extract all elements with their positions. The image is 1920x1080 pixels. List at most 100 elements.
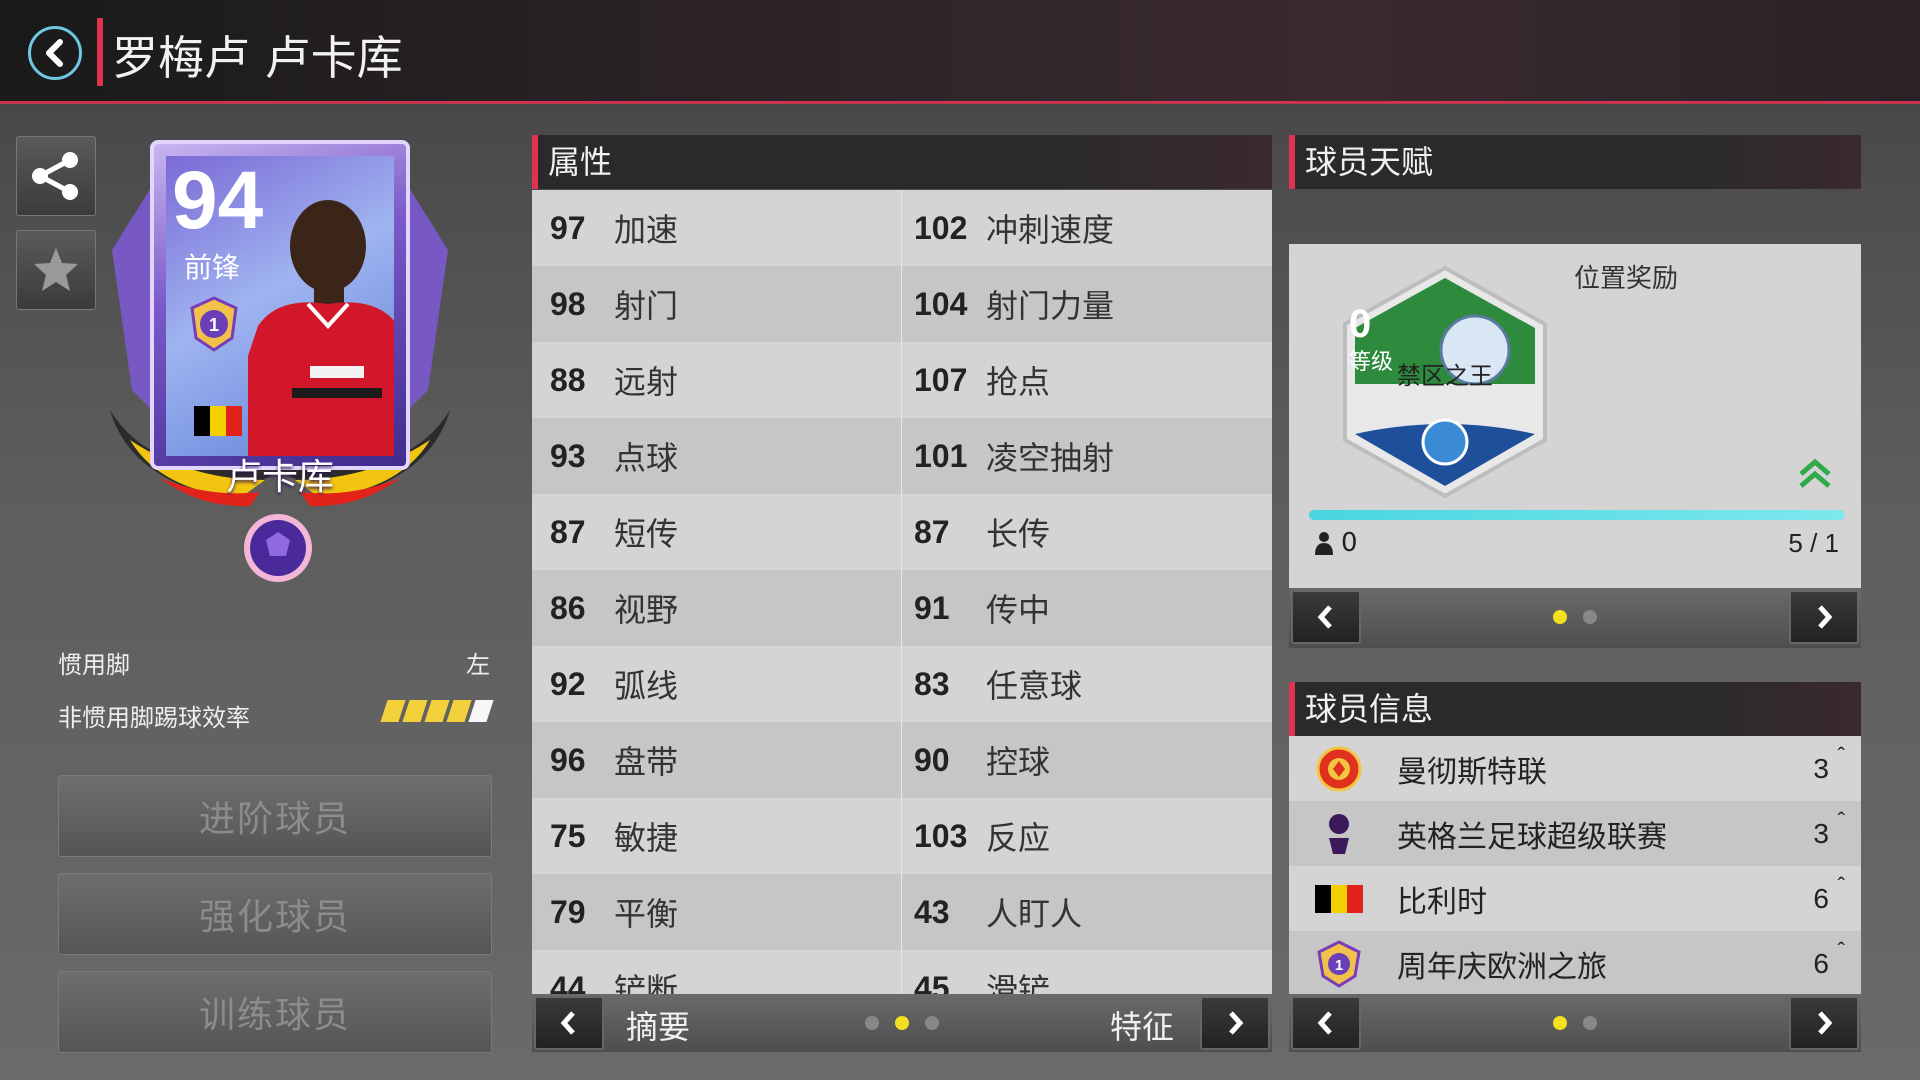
talent-prev-button[interactable] — [1291, 590, 1361, 644]
attribute-row: 96 盘带 90 控球 — [532, 722, 1272, 798]
attribute-row: 75 敏捷 103 反应 — [532, 798, 1272, 874]
chevron-left-icon — [46, 39, 63, 67]
back-button[interactable] — [28, 26, 82, 80]
page-dot[interactable] — [925, 1016, 939, 1030]
attribute-value: 43 — [914, 893, 950, 930]
attribute-name: 加速 — [614, 211, 679, 249]
attribute-cell: 87 短传 — [532, 494, 902, 570]
attribute-name: 盘带 — [614, 743, 679, 781]
talent-name: 禁区之王 — [1397, 362, 1493, 390]
summary-tab[interactable]: 摘要 — [626, 1002, 690, 1048]
attribute-cell: 88 远射 — [532, 342, 902, 418]
attribute-cell: 93 点球 — [532, 418, 902, 494]
ball-icon — [244, 514, 312, 582]
attribute-cell: 92 弧线 — [532, 646, 902, 722]
chevron-right-icon — [1818, 1011, 1833, 1035]
attribute-cell: 97 加速 — [532, 190, 902, 266]
info-header: 球员信息 — [1289, 682, 1861, 736]
attribute-name: 短传 — [614, 515, 679, 553]
attribute-cell: 75 敏捷 — [532, 798, 902, 874]
weak-foot-stars — [380, 700, 494, 722]
player-card: 94 前锋 1 卢卡库 — [90, 130, 470, 582]
attribute-value: 44 — [550, 969, 586, 995]
info-value: 3 — [1813, 743, 1844, 785]
attribute-name: 反应 — [986, 819, 1051, 857]
info-row[interactable]: 曼彻斯特联 3 — [1289, 736, 1861, 801]
attribute-name: 远射 — [614, 363, 679, 401]
page-title: 罗梅卢 卢卡库 — [112, 31, 403, 85]
page-dot[interactable] — [1553, 610, 1567, 624]
train-player-button[interactable]: 训练球员 — [58, 971, 492, 1053]
attribute-row: 87 短传 87 长传 — [532, 494, 1272, 570]
info-row[interactable]: 比利时 6 — [1289, 866, 1861, 931]
attribute-value: 75 — [550, 817, 586, 854]
attribute-row: 88 远射 107 抢点 — [532, 342, 1272, 418]
attribute-name: 滑铲 — [986, 971, 1051, 994]
attribute-value: 103 — [914, 817, 968, 854]
attribute-row: 98 射门 104 射门力量 — [532, 266, 1272, 342]
page-dot[interactable] — [865, 1016, 879, 1030]
attribute-name: 凌空抽射 — [986, 439, 1115, 477]
info-prev-button[interactable] — [1291, 996, 1361, 1050]
info-next-button[interactable] — [1789, 996, 1859, 1050]
attributes-next-button[interactable] — [1200, 996, 1270, 1050]
attribute-name: 人盯人 — [986, 895, 1083, 933]
attribute-value: 83 — [914, 665, 950, 702]
attribute-value: 90 — [914, 741, 950, 778]
attribute-name: 长传 — [986, 515, 1051, 553]
attribute-cell: 104 射门力量 — [902, 266, 1272, 342]
preferred-foot-value: 左 — [466, 651, 490, 679]
attribute-name: 控球 — [986, 743, 1051, 781]
page-dot[interactable] — [895, 1016, 909, 1030]
attribute-cell: 83 任意球 — [902, 646, 1272, 722]
info-label: 英格兰足球超级联赛 — [1397, 819, 1667, 855]
attribute-row: 93 点球 101 凌空抽射 — [532, 418, 1272, 494]
attribute-row: 97 加速 102 冲刺速度 — [532, 190, 1272, 266]
attribute-value: 102 — [914, 209, 968, 246]
attributes-header: 属性 — [532, 135, 1272, 189]
info-row[interactable]: 英格兰足球超级联赛 3 — [1289, 801, 1861, 866]
advance-player-button[interactable]: 进阶球员 — [58, 775, 492, 857]
talent-progress-track — [1309, 510, 1845, 520]
weak-foot-label: 非惯用脚踢球效率 — [58, 704, 250, 732]
talent-footer — [1289, 588, 1861, 648]
share-button[interactable] — [16, 136, 96, 216]
chevron-left-icon — [1317, 1011, 1332, 1035]
attribute-value: 87 — [550, 513, 586, 550]
manutd-crest-icon — [1315, 745, 1363, 793]
page-dot[interactable] — [1583, 610, 1597, 624]
attributes-footer: 摘要 特征 — [532, 994, 1272, 1052]
page-dot[interactable] — [1553, 1016, 1567, 1030]
info-label: 比利时 — [1397, 884, 1487, 920]
header-accent — [97, 18, 103, 86]
traits-tab[interactable]: 特征 — [1110, 1002, 1174, 1048]
attribute-value: 87 — [914, 513, 950, 550]
card-position: 前锋 — [184, 251, 241, 284]
talent-progress-fill — [1309, 510, 1845, 520]
attributes-prev-button[interactable] — [534, 996, 604, 1050]
weak-foot-star — [468, 700, 494, 722]
attribute-value: 88 — [550, 361, 586, 398]
attribute-cell: 102 冲刺速度 — [902, 190, 1272, 266]
favorite-button[interactable] — [16, 230, 96, 310]
star-icon — [34, 248, 78, 291]
attribute-name: 视野 — [614, 591, 679, 629]
info-label: 曼彻斯特联 — [1397, 754, 1547, 790]
enhance-player-button[interactable]: 强化球员 — [58, 873, 492, 955]
attribute-row: 44 铲断 45 滑铲 — [532, 950, 1272, 994]
anniversary-badge-icon: 1 — [190, 296, 238, 352]
info-footer — [1289, 994, 1861, 1052]
info-value: 6 — [1813, 873, 1844, 915]
attribute-name: 弧线 — [614, 667, 679, 705]
card-rating: 94 — [172, 156, 264, 246]
belgium-flag-icon — [194, 406, 242, 436]
weak-foot-row: 非惯用脚踢球效率 — [58, 698, 494, 733]
info-list: 曼彻斯特联 3 英格兰足球超级联赛 3 比利时 6 1 周年庆欧洲之旅 6 — [1289, 736, 1861, 996]
attribute-name: 冲刺速度 — [986, 211, 1115, 249]
attribute-cell: 91 传中 — [902, 570, 1272, 646]
belgium-flag-icon — [1315, 875, 1363, 923]
info-row[interactable]: 1 周年庆欧洲之旅 6 — [1289, 931, 1861, 996]
weak-foot-star — [424, 700, 450, 722]
talent-next-button[interactable] — [1789, 590, 1859, 644]
page-dot[interactable] — [1583, 1016, 1597, 1030]
